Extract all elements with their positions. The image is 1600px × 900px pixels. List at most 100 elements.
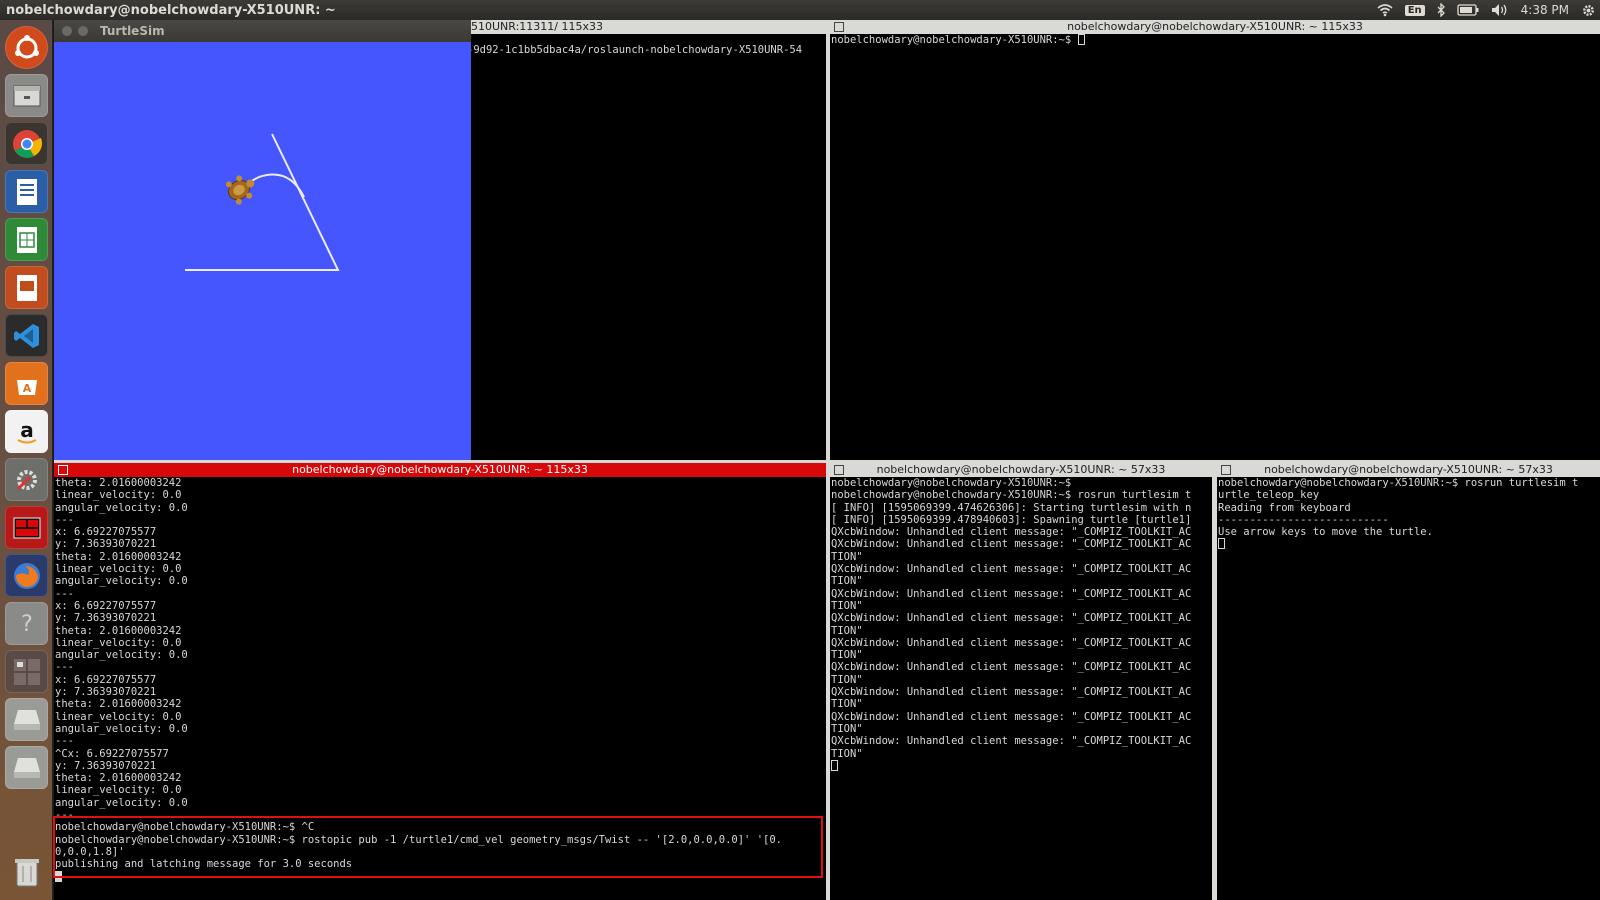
- terminal-line: TION": [831, 673, 863, 686]
- close-button[interactable]: [62, 26, 72, 36]
- terminal-line: ---: [55, 809, 74, 822]
- terminal-line: ---------------------------: [1218, 513, 1389, 526]
- terminal-title: nobelchowdary@nobelchowdary-X510UNR: ~ 5…: [876, 463, 1166, 476]
- terminal-line: QXcbWindow: Unhandled client message: "_…: [831, 661, 1192, 674]
- terminal-output[interactable]: theta: 2.01600003242 linear_velocity: 0.0…: [54, 477, 826, 883]
- terminal-menu-icon[interactable]: [1221, 465, 1231, 475]
- terminal-titlebar[interactable]: nobelchowdary@nobelchowdary-X510UNR: ~ 5…: [1217, 463, 1600, 477]
- chrome-icon[interactable]: [5, 122, 48, 165]
- lang-label: En: [1404, 4, 1425, 16]
- terminal-bottom-mid[interactable]: nobelchowdary@nobelchowdary-X510UNR: ~ 5…: [830, 463, 1212, 900]
- ubuntu-dash-icon[interactable]: [5, 26, 48, 69]
- workspace-switcher-icon[interactable]: [5, 650, 48, 693]
- terminal-line: theta: 2.01600003242: [55, 772, 182, 785]
- terminal-line: angular_velocity: 0.0: [55, 722, 188, 735]
- terminal-line: nobelchowdary@nobelchowdary-X510UNR:~$ r…: [1218, 477, 1579, 489]
- terminal-line: TION": [831, 747, 863, 760]
- terminal-output[interactable]: nobelchowdary@nobelchowdary-X510UNR:~$: [830, 34, 1600, 46]
- terminal-prompt: nobelchowdary@nobelchowdary-X510UNR:~$: [831, 34, 1078, 46]
- terminal-line: linear_velocity: 0.0: [55, 563, 182, 576]
- battery-icon[interactable]: [1456, 4, 1479, 16]
- terminal-line: angular_velocity: 0.0: [55, 649, 188, 662]
- terminal-line: linear_velocity: 0.0: [55, 710, 182, 723]
- help-icon[interactable]: ?: [5, 602, 48, 645]
- terminal-line: Reading from keyboard: [1218, 501, 1351, 514]
- trash-icon[interactable]: [5, 850, 48, 893]
- terminal-line: QXcbWindow: Unhandled client message: "_…: [831, 612, 1192, 625]
- terminal-titlebar[interactable]: nobelchowdary@nobelchowdary-X510UNR: ~ 1…: [830, 20, 1600, 34]
- terminal-line: ---: [55, 735, 74, 748]
- turtlesim-window[interactable]: TurtleSim: [54, 20, 471, 460]
- amazon-icon[interactable]: a: [5, 410, 48, 453]
- terminal-line: Use arrow keys to move the turtle.: [1218, 526, 1433, 539]
- turtlesim-title: TurtleSim: [100, 24, 165, 38]
- calc-icon[interactable]: [5, 218, 48, 261]
- terminal-line: QXcbWindow: Unhandled client message: "_…: [831, 636, 1192, 649]
- terminal-line: y: 7.36393070221: [55, 686, 157, 699]
- drive-icon[interactable]: [5, 746, 48, 789]
- terminal-line: y: 7.36393070221: [55, 759, 157, 772]
- terminal-output[interactable]: nobelchowdary@nobelchowdary-X510UNR:~$ no…: [830, 477, 1212, 772]
- terminal-line: nobelchowdary@nobelchowdary-X510UNR:~$ ^…: [55, 821, 315, 834]
- volume-icon[interactable]: [1491, 3, 1509, 17]
- clock[interactable]: 4:38 PM: [1521, 3, 1569, 17]
- terminal-line: TION": [831, 575, 863, 588]
- terminal-line: y: 7.36393070221: [55, 538, 157, 551]
- svg-text:a: a: [20, 418, 34, 442]
- terminal-line: linear_velocity: 0.0: [55, 489, 182, 502]
- terminal-line: x: 6.69227075577: [55, 526, 157, 539]
- terminal-line: QXcbWindow: Unhandled client message: "_…: [831, 710, 1192, 723]
- terminal-line: linear_velocity: 0.0: [55, 784, 182, 797]
- terminal-menu-icon[interactable]: [834, 22, 844, 32]
- svg-text:A: A: [22, 382, 31, 395]
- terminal-line: QXcbWindow: Unhandled client message: "_…: [831, 686, 1192, 699]
- terminal-title: nobelchowdary@nobelchowdary-X510UNR: ~ 5…: [1264, 463, 1553, 476]
- terminal-line: QXcbWindow: Unhandled client message: "_…: [831, 735, 1192, 748]
- terminal-line: ---: [55, 587, 74, 600]
- terminal-line: [ INFO] [1595069399.474626306]: Starting…: [831, 501, 1192, 514]
- terminal-title: 510UNR:11311/ 115x33: [471, 20, 603, 33]
- terminal-line: TION": [831, 599, 863, 612]
- terminal-output[interactable]: nobelchowdary@nobelchowdary-X510UNR:~$ r…: [1217, 477, 1600, 551]
- terminal-title: nobelchowdary@nobelchowdary-X510UNR: ~ 1…: [1067, 20, 1363, 33]
- terminator-icon[interactable]: [5, 506, 48, 549]
- turtlesim-titlebar[interactable]: TurtleSim: [54, 20, 471, 42]
- wifi-icon[interactable]: [1377, 3, 1393, 17]
- terminal-menu-icon[interactable]: [58, 465, 68, 475]
- terminal-line: TION": [831, 649, 863, 662]
- vscode-icon[interactable]: [5, 314, 48, 357]
- terminal-line: QXcbWindow: Unhandled client message: "_…: [831, 526, 1192, 539]
- keyboard-layout-indicator[interactable]: En: [1404, 4, 1425, 16]
- terminal-line: angular_velocity: 0.0: [55, 796, 188, 809]
- terminal-line: linear_velocity: 0.0: [55, 636, 182, 649]
- software-center-icon[interactable]: A: [5, 362, 48, 405]
- files-icon[interactable]: [5, 74, 48, 117]
- turtle-icon: [225, 175, 255, 205]
- terminal-titlebar[interactable]: 510UNR:11311/ 115x33: [466, 20, 826, 34]
- impress-icon[interactable]: [5, 266, 48, 309]
- system-settings-icon[interactable]: [5, 458, 48, 501]
- gear-icon[interactable]: [1581, 3, 1596, 18]
- terminal-top-right[interactable]: nobelchowdary@nobelchowdary-X510UNR: ~ 1…: [830, 20, 1600, 460]
- terminal-line: theta: 2.01600003242: [55, 477, 182, 489]
- minimize-button[interactable]: [78, 26, 88, 36]
- terminal-line: TION": [831, 722, 863, 735]
- terminal-menu-icon[interactable]: [834, 465, 844, 475]
- drive-icon[interactable]: [5, 698, 48, 741]
- terminal-roslaunch[interactable]: 510UNR:11311/ 115x33 -9d92-1c1bb5dbac4a/…: [466, 20, 826, 460]
- terminal-line: QXcbWindow: Unhandled client message: "_…: [831, 563, 1192, 576]
- terminal-line: publishing and latching message for 3.0 …: [55, 858, 353, 871]
- terminal-line: theta: 2.01600003242: [55, 698, 182, 711]
- turtlesim-canvas[interactable]: [54, 42, 471, 460]
- terminal-line: urtle_teleop_key: [1218, 489, 1320, 502]
- terminal-titlebar[interactable]: nobelchowdary@nobelchowdary-X510UNR: ~ 1…: [54, 463, 826, 477]
- bluetooth-icon[interactable]: [1437, 3, 1445, 17]
- firefox-icon[interactable]: [5, 554, 48, 597]
- terminal-bottom-left[interactable]: nobelchowdary@nobelchowdary-X510UNR: ~ 1…: [54, 463, 826, 900]
- terminal-output[interactable]: -9d92-1c1bb5dbac4a/roslaunch-nobelchowda…: [466, 44, 826, 56]
- terminal-bottom-right[interactable]: nobelchowdary@nobelchowdary-X510UNR: ~ 5…: [1217, 463, 1600, 900]
- writer-icon[interactable]: [5, 170, 48, 213]
- unity-launcher: A a ?: [0, 20, 53, 900]
- terminal-line: [55, 870, 826, 883]
- terminal-titlebar[interactable]: nobelchowdary@nobelchowdary-X510UNR: ~ 5…: [830, 463, 1212, 477]
